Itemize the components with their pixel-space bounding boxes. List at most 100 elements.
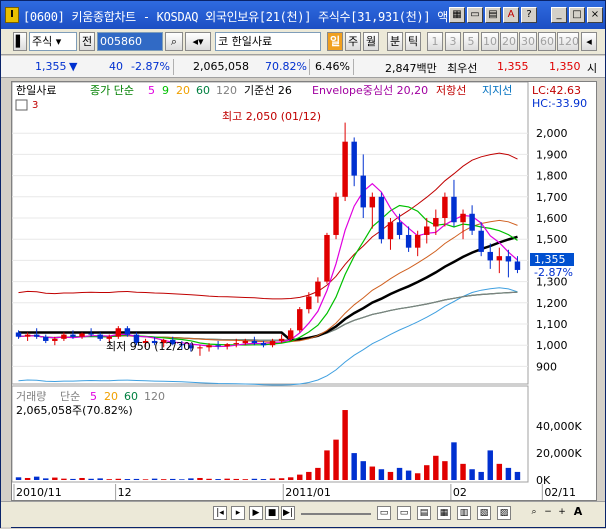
toolbar-scroll-icon[interactable]: ◂ [581, 32, 597, 51]
volume-bar [206, 478, 212, 480]
minute-3-button[interactable]: 3 [445, 32, 461, 51]
volume-bar [260, 479, 267, 480]
volume-bar [242, 479, 249, 480]
price-change: 40 [109, 60, 123, 73]
volume-bar [333, 439, 339, 480]
next-icon[interactable]: ▶| [281, 506, 295, 520]
volume-bar [142, 479, 149, 480]
minute-30-button[interactable]: 30 [519, 32, 537, 51]
period-month-button[interactable]: 월 [363, 32, 379, 51]
minute-120-button[interactable]: 120 [557, 32, 579, 51]
code-input[interactable]: 005860 [97, 32, 163, 51]
candle-body [487, 251, 493, 261]
help-icon[interactable]: ? [521, 7, 537, 23]
volume-bar [170, 478, 176, 480]
volume-bar [287, 477, 294, 480]
title-bar[interactable]: I [0600] 키움종합차트 - KOSDAQ 외국인보유[21(천)] 주식… [1, 1, 605, 29]
fit-icon[interactable]: ▤ [417, 506, 431, 520]
hc-value: HC:-33.90 [532, 97, 587, 110]
close-icon[interactable]: × [587, 7, 603, 23]
candle-body [79, 333, 85, 337]
stock-name-field[interactable]: 코 한일사료 [215, 32, 321, 51]
maximize-icon[interactable]: □ [569, 7, 585, 23]
volume-bar [133, 478, 140, 480]
candle-body [324, 234, 330, 282]
candle-body [206, 345, 212, 348]
grid-icon[interactable]: ▥ [457, 506, 471, 520]
minute-20-button[interactable]: 20 [500, 32, 518, 51]
scroll-track[interactable] [301, 513, 371, 515]
plus-icon[interactable]: + [555, 506, 569, 520]
price-tick-label: 1,900 [536, 148, 568, 161]
bid-price: 1,350 [549, 60, 581, 73]
period-tick-button[interactable]: 틱 [405, 32, 421, 51]
ask-price: 1,355 [497, 60, 529, 73]
minute-10-button[interactable]: 10 [481, 32, 499, 51]
code-prefix: 코 [218, 35, 229, 48]
candle-body [70, 334, 76, 337]
window-icon[interactable]: ▭ [467, 7, 483, 23]
kind-select-label: 주식 [32, 35, 53, 48]
legend-ma-label: 종가 단순 [90, 84, 134, 97]
sound-icon[interactable]: ◂▾ [185, 32, 211, 51]
period-minute-button[interactable]: 분 [387, 32, 403, 51]
volume-bar [106, 479, 112, 480]
x-tick-label: 2011/01 [285, 486, 331, 499]
legend-base-line: 기준선 26 [244, 84, 292, 97]
price-tick-label: 1,500 [536, 233, 568, 246]
first-icon[interactable]: |◂ [213, 506, 227, 520]
zoom-in-icon[interactable]: ▭ [397, 506, 411, 520]
search-icon[interactable]: ⌕ [165, 32, 183, 51]
period-week-button[interactable]: 주 [345, 32, 361, 51]
price-panel [11, 81, 529, 385]
prev-button[interactable]: 전 [79, 32, 95, 51]
volume-bar [79, 477, 85, 480]
price-tick-label: 1,700 [536, 191, 568, 204]
volume-bar [33, 476, 40, 480]
kind-select[interactable]: 주식 ▾ [29, 32, 77, 51]
print-icon[interactable]: ▦ [437, 506, 451, 520]
search-icon[interactable]: ⌕ [527, 506, 541, 520]
candle-body [233, 343, 239, 345]
tile-icon[interactable]: ▤ [485, 7, 501, 23]
candle-body [342, 141, 348, 197]
tools-icon[interactable]: ▧ [477, 506, 491, 520]
candle-body [433, 218, 439, 227]
candle-body [106, 336, 112, 339]
candle-body [43, 336, 49, 341]
volume-legend-label: 거래량 [16, 390, 46, 403]
volume-bar [306, 471, 312, 480]
chart-canvas[interactable]: 2,0001,9001,8001,7001,6001,5001,4001,300… [11, 81, 596, 500]
font-a-icon[interactable]: A [503, 7, 519, 23]
pin-icon[interactable]: ▌ [13, 32, 27, 51]
down-arrow-icon: ▼ [69, 60, 78, 73]
prev-icon[interactable]: ▸ [231, 506, 245, 520]
minus-icon[interactable]: − [541, 506, 555, 520]
volume-ma120: 120 [144, 390, 165, 403]
legend-ma9: 9 [162, 84, 169, 97]
minute-1-button[interactable]: 1 [427, 32, 443, 51]
trade-amount: 2,847백만 [385, 62, 437, 75]
zoom-out-icon[interactable]: ▭ [377, 506, 391, 520]
candle-body [52, 338, 58, 341]
play-icon[interactable]: ▶ [249, 506, 263, 520]
minimize-icon[interactable]: _ [551, 7, 567, 23]
volume-bar [124, 479, 131, 480]
volume-bar [52, 477, 58, 480]
minute-5-button[interactable]: 5 [463, 32, 479, 51]
current-price: 1,355 [35, 60, 67, 73]
font-size-icon[interactable]: A [571, 506, 585, 520]
main-toolbar: ▌ 주식 ▾ 전 005860 ⌕ ◂▾ 코 한일사료 일 주 월 분 틱 1 … [1, 29, 605, 55]
volume-bar [496, 463, 503, 480]
settings-icon[interactable]: ▨ [497, 506, 511, 520]
candle-body [514, 261, 521, 270]
volume-bar [424, 465, 430, 480]
candle-body [61, 334, 67, 339]
layout-icon[interactable]: ▦ [449, 7, 465, 23]
volume-bar [405, 470, 412, 480]
period-day-button[interactable]: 일 [327, 32, 343, 51]
candle-body [333, 196, 339, 235]
chart-area[interactable]: 2,0001,9001,8001,7001,6001,5001,4001,300… [11, 81, 597, 501]
stop-icon[interactable]: ■ [265, 506, 279, 520]
minute-60-button[interactable]: 60 [538, 32, 556, 51]
